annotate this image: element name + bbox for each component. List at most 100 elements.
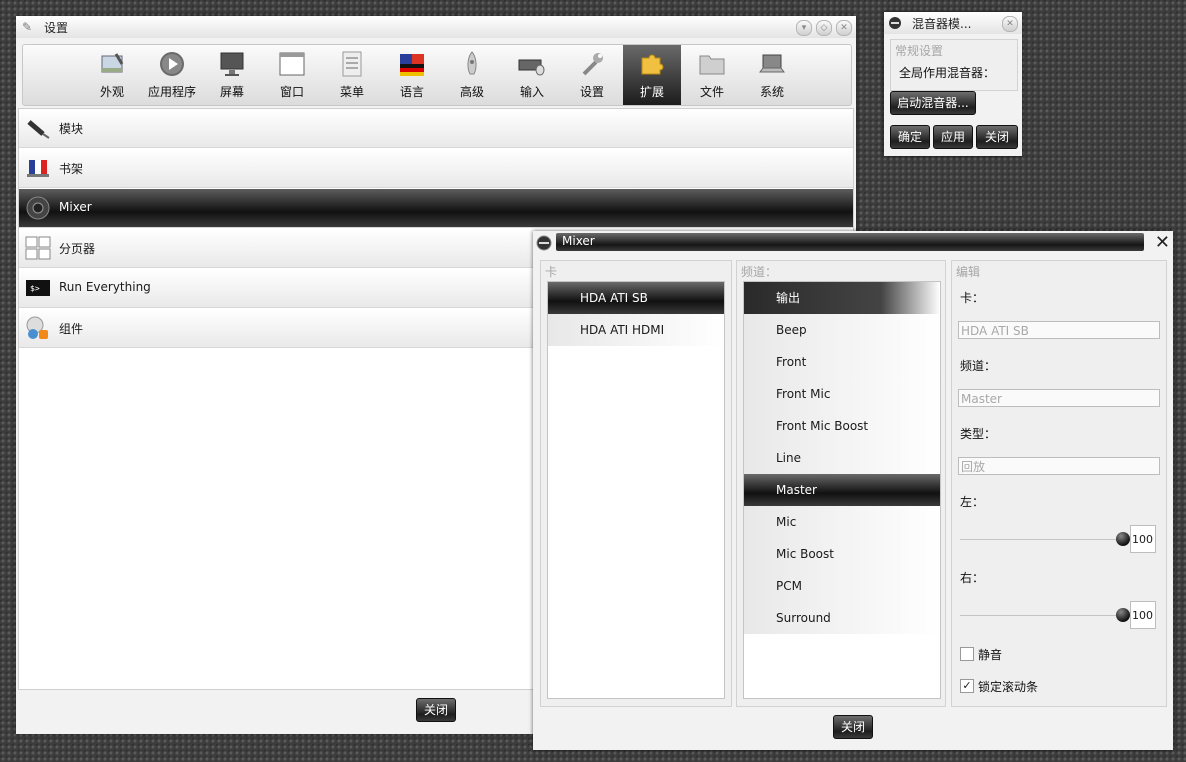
- channel-label: Surround: [776, 611, 831, 625]
- apply-button[interactable]: 应用: [933, 125, 973, 149]
- type-field[interactable]: 回放: [958, 457, 1160, 475]
- edit-title: 编辑: [956, 265, 981, 279]
- mixer-titlebar[interactable]: Mixer ✕: [533, 231, 1173, 253]
- mixer-title-bar-fill: Mixer: [556, 233, 1144, 251]
- module-label: 分页器: [59, 242, 96, 256]
- tool-label: 高级: [459, 85, 484, 99]
- tool-label: 系统: [759, 85, 784, 99]
- tool-applications[interactable]: 应用程序: [143, 45, 201, 105]
- channel-label: Line: [776, 451, 802, 465]
- module-label: 模块: [59, 122, 84, 136]
- module-label: 组件: [59, 322, 84, 336]
- channel-label: PCM: [776, 579, 802, 593]
- close-button[interactable]: 关闭: [976, 125, 1018, 149]
- channel-label: 输出: [776, 291, 801, 305]
- right-volume-spinbox[interactable]: 100: [1130, 601, 1156, 629]
- minimize-icon[interactable]: ▾: [796, 20, 812, 36]
- channel-label: Master: [776, 483, 817, 497]
- module-row-modules[interactable]: 模块: [19, 109, 853, 148]
- left-volume-spinbox[interactable]: 100: [1130, 525, 1156, 553]
- tool-language[interactable]: 语言: [383, 45, 441, 105]
- channel-item[interactable]: Front Mic Boost: [744, 410, 940, 442]
- tool-screen[interactable]: 屏幕: [203, 45, 261, 105]
- tool-files[interactable]: 文件: [683, 45, 741, 105]
- left-slider-knob[interactable]: [1116, 532, 1130, 546]
- mixer-module-titlebar[interactable]: 混音器模... ✕: [884, 12, 1022, 34]
- module-row-shelf[interactable]: 书架: [19, 149, 853, 188]
- tool-advanced[interactable]: 高级: [443, 45, 501, 105]
- card-label: HDA ATI HDMI: [580, 323, 665, 337]
- channel-item[interactable]: PCM: [744, 570, 940, 602]
- speaker-icon: [26, 196, 50, 220]
- tool-label: 屏幕: [219, 85, 244, 99]
- channel-item[interactable]: Mic: [744, 506, 940, 538]
- card-item[interactable]: HDA ATI SB: [548, 282, 724, 314]
- maximize-icon[interactable]: ◇: [816, 20, 832, 36]
- tool-label: 输入: [519, 85, 544, 99]
- right-slider-track[interactable]: [960, 615, 1128, 616]
- window-title: 设置: [44, 21, 69, 35]
- channel-item[interactable]: Mic Boost: [744, 538, 940, 570]
- tool-window[interactable]: 窗口: [263, 45, 321, 105]
- monitor-icon: [220, 52, 244, 76]
- pager-grid-icon: [25, 236, 51, 260]
- left-slider-track[interactable]: [960, 539, 1128, 540]
- channel-item[interactable]: Line: [744, 442, 940, 474]
- mixer-module-window: 混音器模... ✕ 常规设置 全局作用混音器： 启动混音器... 确定 应用 关…: [884, 12, 1022, 156]
- wrench-icon: ✎: [22, 20, 33, 34]
- channel-item[interactable]: Front Mic: [744, 378, 940, 410]
- settings-titlebar[interactable]: ✎ 设置 ▾ ◇ ✕: [16, 16, 856, 38]
- right-label: 右：: [960, 571, 985, 585]
- module-label: Run Everything: [59, 280, 151, 294]
- channel-label: Front Mic: [776, 387, 831, 401]
- mixer-close-button[interactable]: 关闭: [833, 715, 873, 739]
- speaker-icon: [536, 235, 552, 251]
- launch-mixer-button[interactable]: 启动混音器...: [890, 91, 976, 115]
- tool-appearance[interactable]: 外观: [83, 45, 141, 105]
- plug-icon: [27, 120, 50, 139]
- keyboard-mouse-icon: [518, 59, 545, 76]
- channel-item[interactable]: Surround: [744, 602, 940, 634]
- appearance-icon: [101, 53, 124, 73]
- gadgets-icon: [26, 316, 48, 339]
- tool-label: 外观: [99, 85, 124, 99]
- rocket-icon: [467, 51, 477, 75]
- wrench-icon: [582, 53, 603, 76]
- channels-panel: 频道： 输出 Beep Front Front Mic Front Mic Bo…: [736, 260, 946, 707]
- channel-label: Front Mic Boost: [776, 419, 869, 433]
- settings-close-button[interactable]: 关闭: [416, 698, 456, 722]
- tool-menu[interactable]: 菜单: [323, 45, 381, 105]
- right-slider-knob[interactable]: [1116, 608, 1130, 622]
- channel-label: 频道：: [960, 359, 997, 373]
- close-icon[interactable]: ✕: [1155, 232, 1170, 253]
- channel-item[interactable]: Beep: [744, 314, 940, 346]
- window-title: Mixer: [562, 234, 595, 248]
- channel-item[interactable]: Master: [744, 474, 940, 506]
- tool-system[interactable]: 系统: [743, 45, 801, 105]
- group-title: 常规设置: [895, 44, 944, 58]
- ok-button[interactable]: 确定: [890, 125, 930, 149]
- tool-extensions[interactable]: 扩展: [623, 45, 681, 105]
- card-field[interactable]: HDA ATI SB: [958, 321, 1160, 339]
- general-settings-group: 常规设置 全局作用混音器：: [890, 39, 1018, 91]
- global-mixer-label: 全局作用混音器：: [899, 66, 996, 80]
- mute-checkbox[interactable]: [960, 647, 974, 661]
- speaker-icon: [889, 17, 901, 29]
- tool-label: 窗口: [279, 85, 304, 99]
- channel-label: Beep: [776, 323, 807, 337]
- channel-item[interactable]: Front: [744, 346, 940, 378]
- tool-settings[interactable]: 设置: [563, 45, 621, 105]
- mixer-window: Mixer ✕ 卡 HDA ATI SB HDA ATI HDMI 频道： 输出…: [533, 231, 1173, 750]
- close-icon[interactable]: ✕: [1002, 16, 1018, 32]
- card-item[interactable]: HDA ATI HDMI: [548, 314, 724, 346]
- tool-input[interactable]: 输入: [503, 45, 561, 105]
- edit-panel: 编辑 卡： HDA ATI SB 频道： Master 类型： 回放 左： 10…: [951, 260, 1167, 707]
- lock-sliders-checkbox[interactable]: ✓: [960, 679, 974, 693]
- left-label: 左：: [960, 495, 985, 509]
- module-row-mixer[interactable]: Mixer: [19, 189, 853, 228]
- mute-label: 静音: [978, 648, 1003, 662]
- channel-header: 输出: [744, 282, 940, 314]
- channel-field[interactable]: Master: [958, 389, 1160, 407]
- close-icon[interactable]: ✕: [836, 20, 852, 36]
- module-label: 书架: [59, 162, 84, 176]
